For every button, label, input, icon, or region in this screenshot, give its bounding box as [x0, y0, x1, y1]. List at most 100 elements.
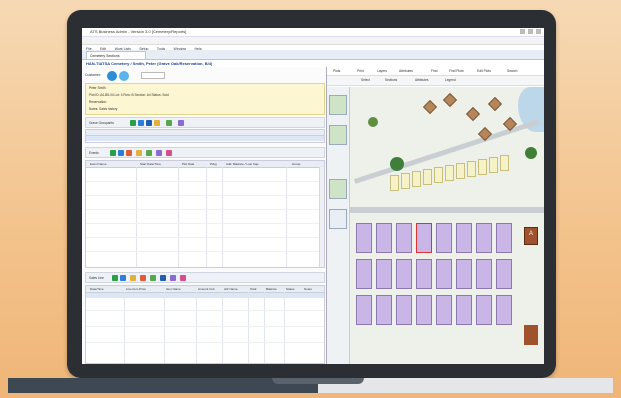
column-header[interactable]: Total: [250, 286, 256, 292]
lot[interactable]: [434, 167, 443, 183]
money-icon[interactable]: [150, 275, 156, 281]
add-event-icon[interactable]: [110, 150, 116, 156]
column-header[interactable]: Start Date/Time: [140, 161, 161, 167]
report-icon[interactable]: [178, 120, 184, 126]
plot[interactable]: [356, 295, 372, 325]
cemetery-map[interactable]: A: [350, 87, 544, 364]
contact-icon[interactable]: [119, 71, 129, 81]
plot[interactable]: [376, 295, 392, 325]
thumbnail-sections[interactable]: [329, 95, 347, 115]
column-header[interactable]: Event Name: [90, 161, 107, 167]
map-legend[interactable]: Legend: [445, 76, 456, 85]
occupants-toolbar: Grave Occupants: [85, 117, 325, 128]
table-row[interactable]: [86, 136, 324, 141]
column-header[interactable]: Plot Date: [182, 161, 194, 167]
lot[interactable]: [456, 163, 465, 179]
plot[interactable]: [376, 259, 392, 289]
lot[interactable]: [390, 175, 399, 191]
column-header[interactable]: Notes: [304, 286, 312, 292]
map-menu-attributes[interactable]: Attributes: [399, 67, 413, 75]
refresh-icon[interactable]: [180, 275, 186, 281]
events-scrollbar[interactable]: [319, 167, 324, 267]
minimize-icon[interactable]: [520, 29, 525, 34]
folder-icon[interactable]: [154, 120, 160, 126]
customer-icon[interactable]: [107, 71, 117, 81]
plot[interactable]: [436, 223, 452, 253]
print-icon[interactable]: [156, 150, 162, 156]
flag-icon[interactable]: [166, 150, 172, 156]
column-header[interactable]: Status: [286, 286, 295, 292]
lot[interactable]: [401, 173, 410, 189]
column-header[interactable]: Balance: [266, 286, 277, 292]
arrow-icon[interactable]: [138, 120, 144, 126]
map-menu-layers[interactable]: Layers: [377, 67, 387, 75]
plot[interactable]: [396, 223, 412, 253]
plot[interactable]: [436, 295, 452, 325]
map-menu-edit-plots[interactable]: Edit Plots: [477, 67, 491, 75]
plot[interactable]: [496, 259, 512, 289]
map-menu-print[interactable]: Print: [357, 67, 364, 75]
map-attributes[interactable]: Attributes: [415, 76, 428, 85]
thumbnail-legend[interactable]: [329, 179, 347, 199]
plot[interactable]: [476, 259, 492, 289]
pencil-icon[interactable]: [130, 275, 136, 281]
lot[interactable]: [445, 165, 454, 181]
map-menu-search[interactable]: Search: [507, 67, 517, 75]
plot[interactable]: [456, 295, 472, 325]
laptop-notch: [272, 378, 364, 384]
customer-field[interactable]: [141, 72, 165, 79]
plot[interactable]: [356, 259, 372, 289]
plot[interactable]: [416, 259, 432, 289]
lot[interactable]: [489, 157, 498, 173]
map-menu-plots[interactable]: Plots: [333, 67, 340, 75]
map-menu-find[interactable]: Find: [431, 67, 437, 75]
plot[interactable]: [396, 295, 412, 325]
map-sections[interactable]: Sections: [385, 76, 397, 85]
map-menu-find-plots[interactable]: Find Plots: [449, 67, 464, 75]
add-icon[interactable]: [130, 120, 136, 126]
column-header[interactable]: Add. Balance / Lost Cap.: [226, 161, 259, 167]
plot[interactable]: [396, 259, 412, 289]
column-header[interactable]: Item Name: [166, 286, 181, 292]
close-icon[interactable]: [536, 29, 541, 34]
plot[interactable]: [456, 259, 472, 289]
plot-selected[interactable]: [416, 223, 432, 253]
tab-cemetery-sections[interactable]: Cemetery Sections: [86, 51, 146, 59]
add-line-icon[interactable]: [112, 275, 118, 281]
next-icon[interactable]: [118, 150, 124, 156]
thumbnail-plots[interactable]: [329, 125, 347, 145]
delete-icon[interactable]: [126, 150, 132, 156]
map-select[interactable]: Select: [361, 76, 370, 85]
save-icon[interactable]: [146, 120, 152, 126]
column-header[interactable]: Pckg: [210, 161, 217, 167]
plot[interactable]: [356, 223, 372, 253]
plot[interactable]: [416, 295, 432, 325]
plot[interactable]: [436, 259, 452, 289]
invoice-icon[interactable]: [160, 275, 166, 281]
column-header[interactable]: Group: [292, 161, 300, 167]
link-icon[interactable]: [146, 150, 152, 156]
plot[interactable]: [496, 295, 512, 325]
column-header[interactable]: Amount Unit: [198, 286, 215, 292]
calendar-icon[interactable]: [170, 275, 176, 281]
thumbnail-layers[interactable]: [329, 209, 347, 229]
plot[interactable]: [456, 223, 472, 253]
remove-icon[interactable]: [140, 275, 146, 281]
lot[interactable]: [423, 169, 432, 185]
plot[interactable]: [476, 223, 492, 253]
plot[interactable]: [496, 223, 512, 253]
maximize-icon[interactable]: [528, 29, 533, 34]
column-header[interactable]: Date/Time: [90, 286, 104, 292]
plot[interactable]: [376, 223, 392, 253]
lot[interactable]: [500, 155, 509, 171]
lot[interactable]: [478, 159, 487, 175]
column-header[interactable]: Line Item Price: [126, 286, 146, 292]
edit-icon[interactable]: [136, 150, 142, 156]
lot[interactable]: [467, 161, 476, 177]
forward-icon[interactable]: [120, 275, 126, 281]
map-icon[interactable]: [166, 120, 172, 126]
lot[interactable]: [412, 171, 421, 187]
table-row[interactable]: [86, 293, 324, 298]
column-header[interactable]: Attr Name: [224, 286, 238, 292]
plot[interactable]: [476, 295, 492, 325]
